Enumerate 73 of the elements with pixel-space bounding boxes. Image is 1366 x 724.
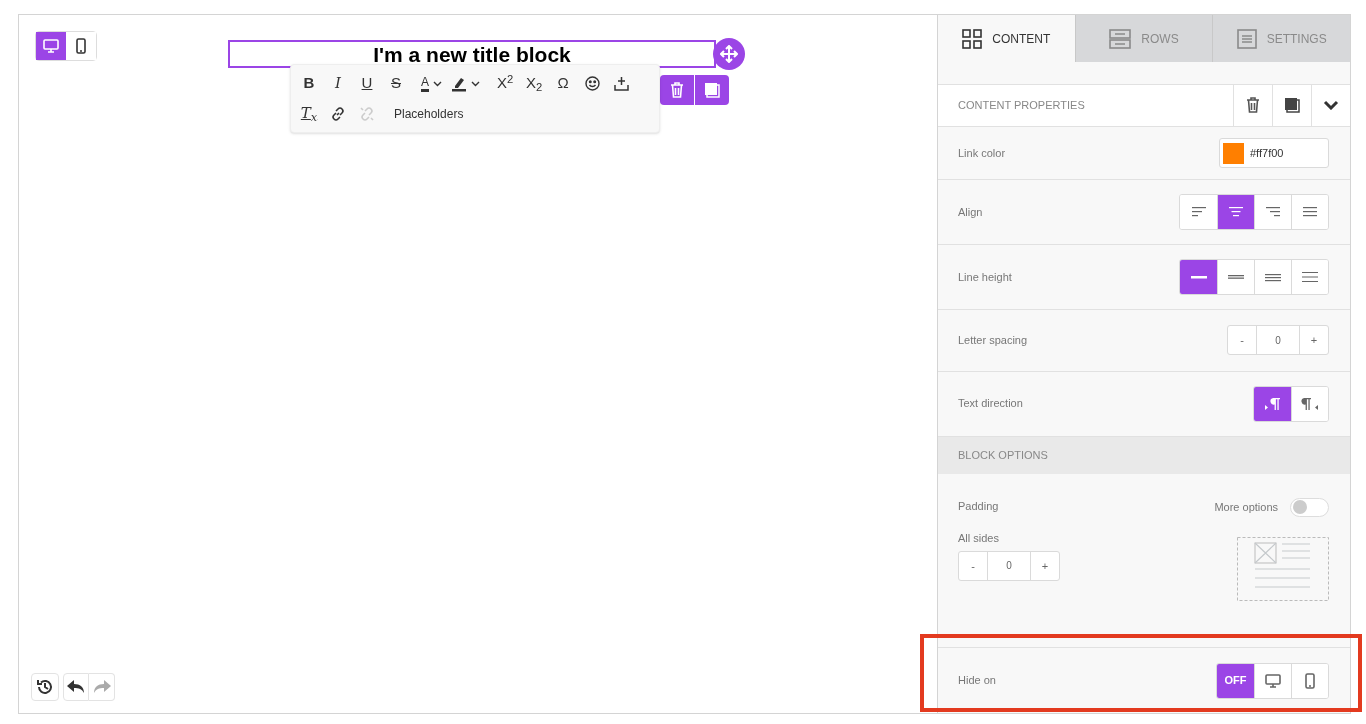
grid-icon	[962, 28, 983, 49]
pilcrow-icon	[1263, 396, 1282, 411]
section-title: CONTENT PROPERTIES	[957, 98, 1086, 114]
align-left-icon	[1190, 206, 1207, 218]
smiley-icon	[584, 76, 600, 91]
field-label: Padding	[958, 498, 1000, 514]
line-height-button[interactable]	[1291, 259, 1328, 294]
align-center-icon	[1228, 206, 1244, 218]
field-label: More options	[1214, 500, 1278, 516]
caret-icon	[433, 80, 442, 87]
undo-button[interactable]	[63, 673, 89, 701]
duplicate-button[interactable]	[695, 75, 729, 105]
link-icon	[330, 105, 346, 122]
field-label: Link color	[958, 145, 1006, 161]
history-icon	[36, 678, 54, 696]
upload-icon	[613, 76, 629, 91]
delete-button[interactable]	[660, 75, 694, 105]
document-icon	[1236, 28, 1257, 49]
field-label: Line height	[958, 269, 1012, 285]
move-handle[interactable]	[713, 38, 745, 70]
field-label: Letter spacing	[958, 332, 1028, 348]
format-button[interactable]: Ω	[549, 69, 577, 98]
format-button[interactable]: B	[295, 69, 323, 98]
caret-icon	[471, 80, 480, 87]
format-button[interactable]: I	[324, 69, 352, 98]
minus-button[interactable]: -	[959, 551, 987, 580]
hide-mobile-button[interactable]	[1291, 663, 1328, 698]
copy-icon	[704, 82, 720, 98]
field-label: Align	[958, 204, 983, 220]
format-button[interactable]: X$_{2}$	[520, 69, 548, 98]
trash-icon	[670, 82, 684, 98]
align-right-icon	[1265, 206, 1281, 218]
number-field[interactable]: 0	[1256, 326, 1300, 355]
align-justify-icon	[1302, 206, 1318, 218]
format-button[interactable]: U	[353, 69, 381, 98]
broken-link-icon	[359, 105, 375, 122]
align-button[interactable]	[1217, 195, 1254, 229]
trash-icon	[1246, 97, 1260, 114]
undo-icon	[67, 680, 85, 694]
monitor-icon	[1265, 673, 1281, 688]
history-button[interactable]	[31, 673, 59, 701]
chevron-down-icon	[1323, 100, 1339, 111]
marker-icon	[451, 75, 467, 92]
line-height-button[interactable]	[1180, 259, 1217, 294]
font-color-button[interactable]: A	[417, 69, 446, 98]
placeholders-button[interactable]: Placeholders	[386, 99, 472, 128]
plus-button[interactable]: +	[1300, 326, 1328, 355]
number-field[interactable]: 0	[987, 551, 1031, 580]
move-icon	[720, 45, 738, 63]
ltr-direction-button[interactable]	[1254, 386, 1291, 421]
monitor-icon	[43, 39, 59, 53]
rows-icon	[1109, 28, 1132, 49]
copy-icon	[1284, 97, 1300, 114]
field-label: Hide on	[958, 673, 996, 689]
format-button[interactable]: X$^{2}$	[491, 69, 519, 98]
field-label: Text direction	[958, 396, 1023, 412]
desktop-view-button[interactable]	[36, 32, 66, 60]
redo-icon	[92, 680, 111, 694]
toggle-switch[interactable]	[1290, 497, 1329, 517]
plus-button[interactable]: +	[1031, 551, 1059, 580]
off-button[interactable]: OFF	[1217, 663, 1254, 698]
rtl-direction-button[interactable]	[1291, 386, 1328, 421]
pilcrow-icon	[1301, 396, 1319, 411]
format-button[interactable]: T$_{x}$	[295, 99, 323, 128]
color-field[interactable]: #ff7f00	[1219, 138, 1329, 169]
align-button[interactable]	[1291, 195, 1328, 229]
line-height-icon	[1301, 270, 1319, 284]
section-title: BLOCK OPTIONS	[958, 447, 1048, 463]
minus-button[interactable]: -	[1228, 326, 1256, 355]
format-button[interactable]: S	[382, 69, 410, 98]
field-label: All sides	[958, 531, 1000, 547]
phone-icon	[1305, 672, 1315, 689]
phone-icon	[76, 38, 86, 54]
